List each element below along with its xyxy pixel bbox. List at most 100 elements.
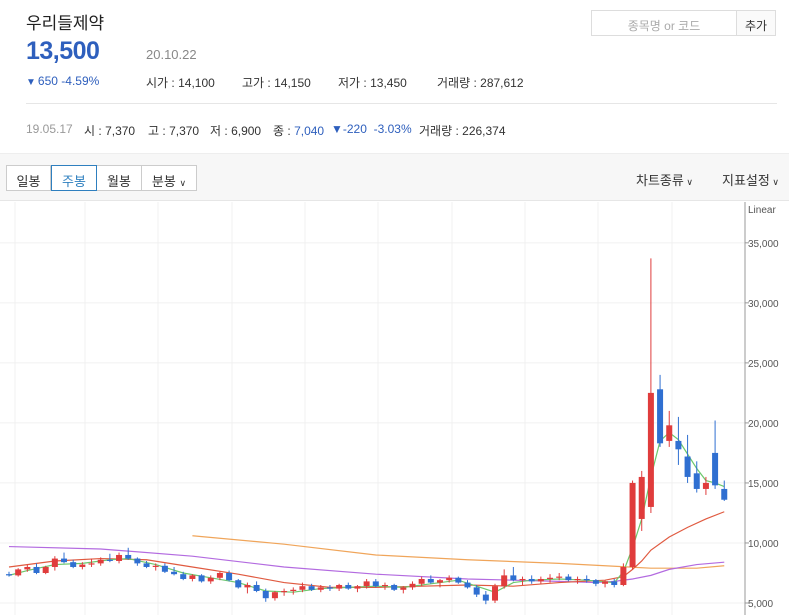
candle-body (143, 563, 150, 567)
quote-date: 20.10.22 (146, 47, 197, 62)
candle-body (666, 425, 673, 441)
tab-monthly[interactable]: 월봉 (96, 165, 142, 191)
high-label: 고가 (242, 76, 265, 90)
ma120-line (192, 535, 725, 569)
candle-body (547, 577, 554, 579)
candle-body (657, 389, 664, 444)
candle-body (161, 565, 168, 572)
history-open-value: 7,370 (105, 124, 136, 138)
history-open: 시 : 7,370 (84, 124, 136, 138)
candle-body (620, 566, 627, 585)
history-open-label: 시 (84, 124, 96, 138)
candle-body (409, 583, 416, 588)
candle-body (510, 575, 517, 581)
candle-body (647, 392, 654, 507)
y-axis-ticks: 5,000 10,000 15,000 20,000 25,000 30,000 35,00… (745, 239, 779, 610)
y-tick-label: 25,000 (748, 359, 779, 370)
low-value: 13,450 (370, 76, 407, 90)
candle-body (354, 586, 361, 589)
candle-body (684, 456, 691, 477)
candle-body (675, 440, 682, 450)
candle-body (51, 558, 58, 567)
history-volume-value: 226,374 (462, 124, 506, 138)
history-close-value: 7,040 (294, 124, 325, 138)
tab-weekly[interactable]: 주봉 (51, 165, 97, 191)
candle-body (180, 574, 187, 579)
down-arrow-icon: ▼ (26, 77, 36, 88)
candle-body (152, 565, 159, 567)
candle-body (207, 577, 214, 582)
candle-body (702, 482, 709, 489)
candle-body (253, 584, 260, 591)
candle-body (611, 581, 618, 585)
history-change-percent: -3.03% (373, 122, 412, 136)
candle-body (15, 569, 22, 576)
candle-body (482, 594, 489, 601)
tab-minute[interactable]: 분봉 ∨ (141, 165, 197, 191)
candle-body (70, 562, 77, 567)
price-chart[interactable]: 5,000 10,000 15,000 20,000 25,000 30,000 35,00… (0, 202, 789, 615)
history-change: ▼-220 -3.03% (331, 122, 412, 136)
candle-body (721, 488, 728, 500)
chevron-down-icon: ∨ (769, 177, 779, 187)
candle-body (565, 576, 572, 581)
y-tick-label: 20,000 (748, 419, 779, 430)
candle-body (88, 563, 95, 565)
history-high-label: 고 (148, 124, 160, 138)
candle-body (537, 578, 544, 582)
candle-body (244, 584, 251, 588)
history-low-value: 6,900 (231, 124, 262, 138)
candle-body (345, 584, 352, 589)
candle-body (79, 564, 86, 567)
candle-body (171, 571, 178, 575)
candlestick-series (6, 258, 728, 605)
candle-body (216, 572, 223, 578)
tab-daily[interactable]: 일봉 (6, 165, 51, 191)
candle-body (712, 452, 719, 486)
y-tick-label: 30,000 (748, 299, 779, 310)
volume-label: 거래량 (437, 76, 471, 90)
open-value: 14,100 (178, 76, 215, 90)
chevron-down-icon: ∨ (683, 177, 693, 187)
candle-body (427, 578, 434, 583)
candle-body (281, 590, 288, 593)
history-volume-label: 거래량 (419, 124, 453, 138)
candle-body (6, 574, 12, 576)
ma20-line (8, 511, 725, 588)
current-price: 13,500 (26, 37, 100, 65)
candle-body (528, 578, 535, 582)
change-amount: 650 (37, 74, 58, 88)
add-button[interactable]: 추가 (736, 10, 776, 36)
ma60-line (8, 545, 725, 584)
y-tick-label: 15,000 (748, 479, 779, 490)
candle-body (290, 589, 297, 591)
candle-body (116, 554, 123, 561)
candle-body (262, 590, 269, 599)
candle-body (33, 566, 40, 573)
high-value: 14,150 (274, 76, 311, 90)
price-change: ▼ 650 -4.59% (26, 74, 99, 88)
candle-body (235, 580, 242, 588)
candle-body (519, 578, 526, 581)
history-close: 종 : 7,040 (273, 124, 325, 138)
indicator-menu[interactable]: 지표설정 ∨ (722, 170, 779, 189)
candle-body (556, 576, 563, 578)
candle-body (592, 580, 599, 584)
candle-body (629, 482, 636, 567)
history-low: 저 : 6,900 (210, 124, 262, 138)
chart-type-menu[interactable]: 차트종류 ∨ (636, 170, 693, 189)
candle-body (501, 575, 508, 587)
candle-body (336, 584, 343, 589)
candle-body (125, 554, 132, 559)
candle-body (391, 584, 398, 590)
candle-body (326, 587, 333, 589)
stock-search-input[interactable]: 종목명 or 코드 (591, 10, 737, 36)
candle-body (436, 580, 443, 583)
candle-body (574, 578, 581, 581)
history-change-amount: -220 (342, 122, 367, 136)
tab-minute-label: 분봉 (151, 174, 176, 189)
candle-body (446, 577, 453, 581)
open-stat: 시가 : 14,100 (146, 76, 215, 90)
stock-name: 우리들제약 (26, 14, 105, 33)
history-date: 19.05.17 (26, 122, 73, 136)
